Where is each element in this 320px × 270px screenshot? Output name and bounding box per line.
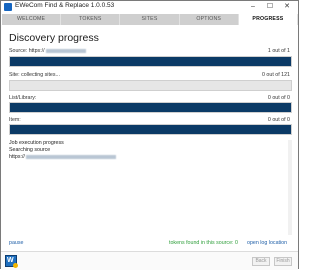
redacted-url bbox=[25, 154, 116, 159]
pause-link[interactable]: pause bbox=[9, 240, 23, 246]
site-progress-bar bbox=[9, 80, 292, 91]
item-count: 0 out of 0 bbox=[267, 117, 290, 123]
source-label: Source: https:// bbox=[9, 48, 86, 54]
tab-tokens[interactable]: TOKENS bbox=[61, 14, 121, 25]
source-progress-fill bbox=[10, 57, 291, 66]
minimize-button[interactable]: – bbox=[246, 1, 260, 13]
back-button[interactable]: Back bbox=[252, 257, 270, 266]
log-line: Searching source bbox=[9, 147, 51, 153]
source-progress-bar bbox=[9, 56, 292, 67]
tokens-found-status: tokens found in this source: 0 bbox=[169, 240, 238, 246]
source-count: 1 out of 1 bbox=[267, 48, 290, 54]
log-line: https:// bbox=[9, 154, 292, 161]
maximize-button[interactable]: ☐ bbox=[263, 1, 277, 13]
log-scrollbar[interactable] bbox=[288, 140, 292, 235]
item-progress-bar bbox=[9, 124, 292, 135]
close-button[interactable]: ✕ bbox=[280, 1, 294, 13]
tab-welcome[interactable]: WELCOME bbox=[2, 14, 62, 25]
source-label-text: Source: https:// bbox=[9, 48, 45, 54]
list-label: List/Library: bbox=[9, 95, 37, 101]
app-icon bbox=[4, 3, 12, 11]
finish-button[interactable]: Finish bbox=[274, 257, 292, 266]
redacted-url bbox=[45, 48, 86, 53]
tab-progress[interactable]: PROGRESS bbox=[238, 14, 299, 25]
site-label: Site: collecting sites... bbox=[9, 72, 60, 78]
item-progress-fill bbox=[10, 125, 291, 134]
log-line-text: https:// bbox=[9, 154, 25, 160]
window-title: EWeCom Find & Replace 1.0.0.53 bbox=[15, 2, 115, 9]
job-log[interactable]: Job execution progress Searching source … bbox=[9, 140, 292, 235]
app-window: EWeCom Find & Replace 1.0.0.53 – ☐ ✕ WEL… bbox=[0, 0, 299, 270]
title-bar: EWeCom Find & Replace 1.0.0.53 – ☐ ✕ bbox=[1, 1, 298, 14]
product-logo-icon: W bbox=[5, 255, 18, 268]
logo-badge bbox=[13, 263, 18, 268]
log-line: Job execution progress bbox=[9, 140, 64, 146]
tab-options[interactable]: OPTIONS bbox=[180, 14, 239, 25]
list-count: 0 out of 0 bbox=[267, 95, 290, 101]
item-label: Item: bbox=[9, 117, 21, 123]
tab-sites[interactable]: SITES bbox=[120, 14, 180, 25]
site-count: 0 out of 121 bbox=[262, 72, 290, 78]
tab-bar: WELCOME TOKENS SITES OPTIONS PROGRESS bbox=[2, 14, 299, 25]
list-progress-bar bbox=[9, 102, 292, 113]
bottom-bar: W Back Finish bbox=[1, 251, 298, 270]
page-title: Discovery progress bbox=[9, 32, 99, 44]
list-progress-fill bbox=[10, 103, 291, 112]
open-log-link[interactable]: open log location bbox=[247, 240, 287, 246]
